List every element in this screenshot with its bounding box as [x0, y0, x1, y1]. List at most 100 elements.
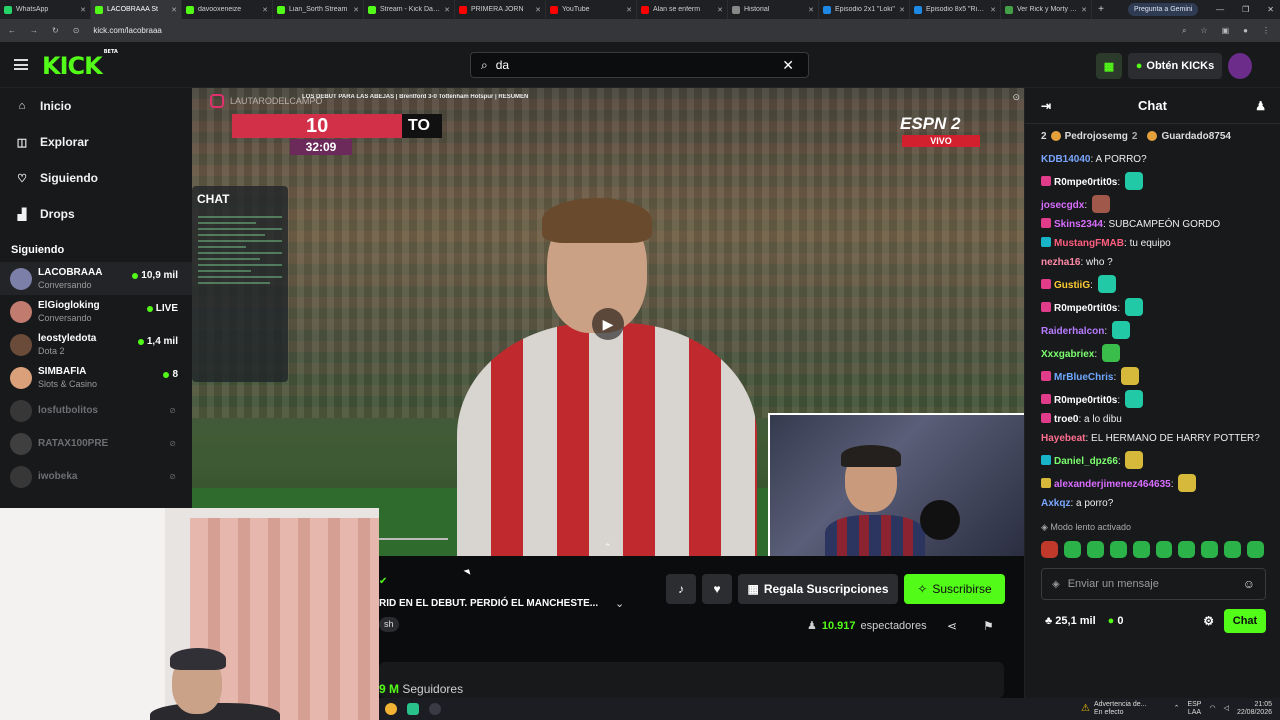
chat-users-icon[interactable]: ♟ [1255, 99, 1266, 113]
chat-username[interactable]: josecgdx [1041, 200, 1084, 211]
browser-tab[interactable]: YouTube ✕ [546, 0, 637, 19]
obs-icon[interactable] [429, 703, 441, 715]
chevron-down-icon[interactable]: ⌄ [615, 597, 624, 610]
search-input[interactable]: ⌕ da ✕ [470, 52, 809, 78]
forward-icon[interactable]: → [30, 26, 38, 35]
close-window-icon[interactable]: ✕ [1267, 5, 1274, 14]
close-tab-icon[interactable]: ✕ [899, 6, 905, 14]
close-tab-icon[interactable]: ✕ [1081, 6, 1087, 14]
chat-username[interactable]: GustiiG [1054, 280, 1090, 291]
chat-username[interactable]: Hayebeat [1041, 433, 1085, 444]
sidebar-item-siguiendo[interactable]: ♡ Siguiendo [0, 160, 192, 196]
emote[interactable] [1109, 541, 1127, 558]
emoji-icon[interactable]: ☺ [1243, 577, 1255, 591]
chat-username[interactable]: Daniel_dpz66 [1054, 456, 1118, 467]
followed-channel[interactable]: ElGiogloking Conversando LIVE [0, 295, 192, 328]
drops-reward-button[interactable]: ▦ [1096, 53, 1122, 79]
chat-username[interactable]: alexanderjimenez464635 [1054, 479, 1171, 490]
chat-username[interactable]: Raiderhalcon [1041, 326, 1104, 337]
followed-channel[interactable]: RATAX100PRE ⊘ [0, 427, 192, 460]
chat-username[interactable]: R0mpe0rtit0s [1054, 395, 1117, 406]
close-tab-icon[interactable]: ✕ [535, 6, 541, 14]
site-info-icon[interactable]: ⊙ [73, 26, 80, 35]
sidebar-item-explorar[interactable]: ◫ Explorar [0, 124, 192, 160]
back-icon[interactable]: ← [8, 26, 16, 35]
zoom-icon[interactable]: ⌕ [1182, 26, 1186, 36]
video-player[interactable]: LAUTARODELCAMPO LOS DEBUT PARA LAS ABEJA… [192, 88, 1024, 556]
chat-username[interactable]: R0mpe0rtit0s [1054, 303, 1117, 314]
minimize-icon[interactable]: — [1216, 5, 1224, 14]
browser-tab[interactable]: Stream - Kick Dash ✕ [364, 0, 455, 19]
emote[interactable] [1063, 541, 1081, 558]
browser-tab[interactable]: Alan se enferm ✕ [637, 0, 728, 19]
clear-search-icon[interactable]: ✕ [782, 57, 794, 74]
close-tab-icon[interactable]: ✕ [262, 6, 268, 14]
close-tab-icon[interactable]: ✕ [808, 6, 814, 14]
chat-username[interactable]: Skins2344 [1054, 219, 1103, 230]
kicks-balance[interactable]: ♣ 25,1 mil [1045, 615, 1096, 627]
category-tag[interactable]: sh [379, 617, 399, 632]
sidebar-item-drops[interactable]: ▟ Drops [0, 196, 192, 232]
close-tab-icon[interactable]: ✕ [353, 6, 359, 14]
emote[interactable] [1041, 541, 1058, 558]
play-button[interactable]: ▶ [592, 308, 624, 340]
chat-username[interactable]: Xxxgabriex [1041, 349, 1094, 360]
chrome-icon[interactable] [385, 703, 397, 715]
chat-input[interactable]: ◈ Enviar un mensaje ☺ [1041, 568, 1266, 600]
chat-settings-icon[interactable]: ⚙ [1203, 614, 1214, 628]
overlay-settings-icon[interactable]: ⊙ [1012, 92, 1020, 103]
browser-tab[interactable]: PRIMERA JORN ✕ [455, 0, 546, 19]
notifications-button[interactable]: ♪ [666, 574, 696, 604]
collapse-chat-icon[interactable]: ⇥ [1041, 99, 1051, 113]
followed-channel[interactable]: LACOBRAAA Conversando 10,9 mil [0, 262, 192, 295]
user-avatar[interactable] [1228, 53, 1252, 79]
maximize-icon[interactable]: ❐ [1242, 5, 1249, 14]
chat-username[interactable]: R0mpe0rtit0s [1054, 177, 1117, 188]
profile-icon[interactable]: ● [1243, 26, 1248, 36]
emote[interactable] [1224, 541, 1242, 558]
new-tab-icon[interactable]: + [1092, 4, 1110, 15]
emote[interactable] [1201, 541, 1219, 558]
top-gifter[interactable]: 2 Pedrojosemg 2 [1041, 131, 1137, 142]
browser-tab[interactable]: Lian_Sorth Stream ✕ [273, 0, 364, 19]
video-progress-bar[interactable] [378, 538, 448, 540]
extensions-icon[interactable]: ▣ [1222, 26, 1230, 36]
followed-channel[interactable]: losfutbolitos ⊘ [0, 394, 192, 427]
app-icon[interactable] [407, 703, 419, 715]
close-tab-icon[interactable]: ✕ [990, 6, 996, 14]
emote[interactable] [1247, 541, 1265, 558]
close-tab-icon[interactable]: ✕ [444, 6, 450, 14]
browser-tab[interactable]: Historial ✕ [728, 0, 819, 19]
chevron-up-icon[interactable]: ⌃ [604, 542, 612, 553]
chat-username[interactable]: Axkqz [1041, 498, 1070, 509]
chat-username[interactable]: nezha16 [1041, 257, 1080, 268]
browser-tab[interactable]: LACOBRAAA St ✕ [91, 0, 182, 19]
wifi-icon[interactable]: ◠ [1209, 705, 1215, 713]
get-kicks-button[interactable]: ● Obtén KICKs [1128, 53, 1222, 79]
followed-channel[interactable]: SIMBAFIA Slots & Casino 8 [0, 361, 192, 394]
share-icon[interactable]: ⋖ [947, 619, 957, 633]
chat-username[interactable]: MrBlueChris [1054, 372, 1113, 383]
bookmark-star-icon[interactable]: ☆ [1200, 26, 1207, 36]
volume-icon[interactable]: ◁ [1224, 705, 1229, 713]
emote[interactable] [1086, 541, 1104, 558]
browser-tab[interactable]: Episodio 2x1 "Loki" ✕ [819, 0, 910, 19]
url-field[interactable]: kick.com/lacobraaa [93, 26, 161, 35]
follow-button[interactable]: ♥ [702, 574, 732, 604]
chat-username[interactable]: troe0 [1054, 414, 1078, 425]
followed-channel[interactable]: leostyledota Dota 2 1,4 mil [0, 328, 192, 361]
reload-icon[interactable]: ↻ [52, 26, 59, 35]
send-chat-button[interactable]: Chat [1224, 609, 1266, 633]
close-tab-icon[interactable]: ✕ [171, 6, 177, 14]
close-tab-icon[interactable]: ✕ [717, 6, 723, 14]
hamburger-menu-icon[interactable] [14, 59, 28, 70]
emote[interactable] [1178, 541, 1196, 558]
browser-tab[interactable]: WhatsApp ✕ [0, 0, 91, 19]
emote[interactable] [1132, 541, 1150, 558]
clip-icon[interactable]: ⚑ [983, 619, 994, 633]
chat-username[interactable]: MustangFMAB [1054, 238, 1124, 249]
top-gifter[interactable]: Guardado8754 [1147, 131, 1231, 142]
browser-tab[interactable]: Ver Rick y Morty 8x ✕ [1001, 0, 1092, 19]
subscribe-button[interactable]: ✧ Suscribirse [904, 574, 1005, 604]
browser-tab[interactable]: Episodio 8x5 "Rick y ✕ [910, 0, 1001, 19]
